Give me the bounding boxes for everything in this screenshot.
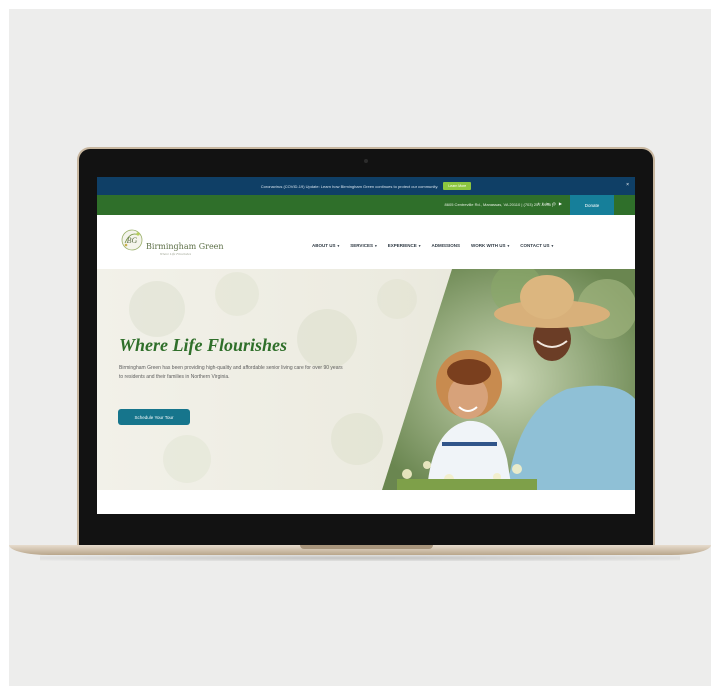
instagram-icon[interactable]: ◎ <box>552 201 556 206</box>
logo-tagline: Where Life Flourishes <box>160 252 192 256</box>
main-nav: ABOUT US ▾ SERVICES ▾ EXPERIENCE ▾ ADMISSIO… <box>312 243 553 248</box>
nav-admissions[interactable]: ADMISSIONS <box>432 243 461 248</box>
nav-about-us[interactable]: ABOUT US ▾ <box>312 243 339 248</box>
nav-services[interactable]: SERVICES ▾ <box>350 243 376 248</box>
youtube-icon[interactable]: ▶ <box>559 201 562 206</box>
chevron-down-icon: ▾ <box>374 244 377 248</box>
facebook-icon[interactable]: f <box>542 201 543 206</box>
nav-experience[interactable]: EXPERIENCE ▾ <box>388 243 421 248</box>
nav-work-with-us[interactable]: WORK WITH US ▾ <box>471 243 509 248</box>
chevron-down-icon: ▾ <box>507 244 510 248</box>
website-screen: Coronavirus (COVID-19) Update: Learn how… <box>97 177 635 514</box>
contact-bar: 8605 Centreville Rd., Manassas, VA 20110… <box>97 195 635 215</box>
address-phone: 8605 Centreville Rd., Manassas, VA 20110… <box>444 202 553 207</box>
logo-monogram: BG <box>127 236 138 245</box>
announcement-text: Coronavirus (COVID-19) Update: Learn how… <box>260 183 439 189</box>
close-icon[interactable]: × <box>626 183 629 188</box>
chevron-down-icon: ▾ <box>418 244 421 248</box>
donate-button[interactable]: Donate <box>570 195 614 215</box>
birmingham-green-logo-icon[interactable]: BG <box>121 229 143 251</box>
hero-title: Where Life Flourishes <box>119 335 288 355</box>
twitter-icon[interactable]: t <box>538 201 539 206</box>
chevron-down-icon: ▾ <box>337 244 340 248</box>
chevron-down-icon: ▾ <box>551 244 554 248</box>
hero-subtitle: Birmingham Green has been providing high… <box>119 365 343 380</box>
social-links: t f in ◎ ▶ <box>538 201 562 206</box>
below-hero-section <box>97 490 635 514</box>
linkedin-icon[interactable]: in <box>546 201 549 206</box>
learn-more-button[interactable]: Learn More <box>443 182 472 190</box>
logo-name[interactable]: Birmingham Green <box>146 242 224 251</box>
laptop-camera <box>364 159 368 163</box>
laptop-notch <box>300 545 433 549</box>
announcement-bar: Coronavirus (COVID-19) Update: Learn how… <box>97 177 635 195</box>
schedule-tour-button[interactable]: Schedule Your Tour <box>118 409 190 425</box>
laptop-shadow <box>40 555 680 561</box>
nav-contact-us[interactable]: CONTACT US ▾ <box>520 243 553 248</box>
